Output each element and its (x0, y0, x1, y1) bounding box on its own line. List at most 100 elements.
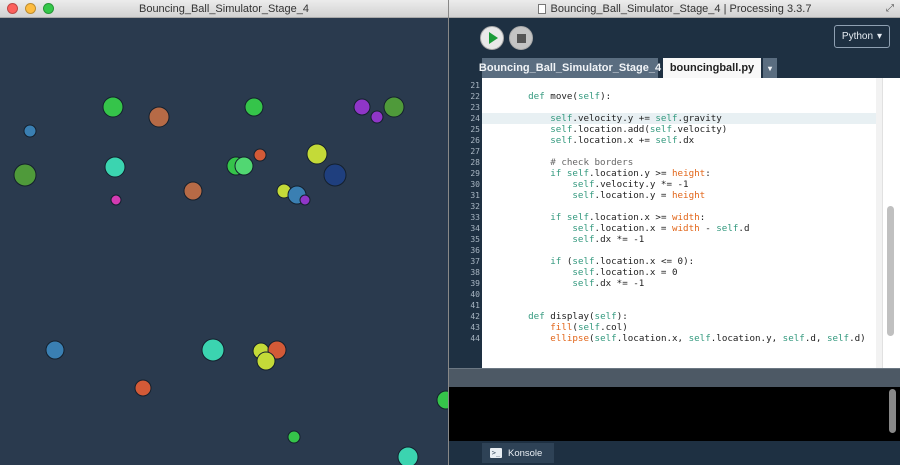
code-line[interactable]: def display(self): (482, 311, 882, 322)
code-line[interactable]: fill(self.col) (482, 322, 882, 333)
line-number: 31 (470, 191, 480, 200)
code-line[interactable]: # check borders (482, 157, 882, 168)
ide-titlebar: Bouncing_Ball_Simulator_Stage_4 | Proces… (449, 0, 900, 18)
ide-toolbar: Python ▾ (449, 18, 900, 56)
line-number: 29 (470, 169, 480, 178)
code-line[interactable] (482, 146, 882, 157)
code-line[interactable]: self.velocity.y += self.gravity (482, 113, 882, 124)
sketch-canvas[interactable] (0, 18, 448, 465)
line-number: 32 (470, 202, 480, 211)
ball (323, 163, 347, 187)
ball (45, 340, 65, 360)
line-number: 43 (470, 323, 480, 332)
code-line[interactable]: self.location.x += self.dx (482, 135, 882, 146)
code-line[interactable]: def move(self): (482, 91, 882, 102)
ide-window: Bouncing_Ball_Simulator_Stage_4 | Proces… (449, 0, 900, 465)
editor-scrollbar[interactable] (882, 78, 900, 368)
ball (299, 194, 311, 206)
code-line[interactable]: if self.location.y >= height: (482, 168, 882, 179)
code-line[interactable] (482, 300, 882, 311)
ball (256, 351, 276, 371)
play-icon (489, 32, 498, 44)
code-editor[interactable]: 21 22 23 24 25 26 27 28 29 30 31 32 33 34 35 36 37 38 39 40… (449, 78, 900, 368)
code-line[interactable]: if (self.location.x <= 0): (482, 256, 882, 267)
line-number: 37 (470, 257, 480, 266)
line-number: 28 (470, 158, 480, 167)
ball (102, 96, 124, 118)
code-line[interactable] (482, 289, 882, 300)
ball (104, 156, 126, 178)
code-line[interactable]: if self.location.x >= width: (482, 212, 882, 223)
stop-button[interactable] (509, 26, 533, 50)
ball (383, 96, 405, 118)
code-line[interactable]: self.velocity.y *= -1 (482, 179, 882, 190)
console-tab-label: Konsole (508, 447, 543, 459)
ball (353, 98, 371, 116)
ball (148, 106, 170, 128)
sketch-window: Bouncing_Ball_Simulator_Stage_4 (0, 0, 448, 465)
ide-footer: >_ Konsole (449, 441, 900, 465)
line-number: 39 (470, 279, 480, 288)
document-icon (537, 3, 546, 14)
ide-window-title: Bouncing_Ball_Simulator_Stage_4 | Proces… (550, 2, 812, 15)
line-number: 40 (470, 290, 480, 299)
mode-label: Python (841, 31, 874, 42)
tab-bouncingball-py[interactable]: bouncingball.py (663, 58, 761, 78)
sketch-window-title: Bouncing_Ball_Simulator_Stage_4 (138, 2, 309, 15)
maximize-window-button[interactable] (43, 3, 54, 14)
run-button[interactable] (480, 26, 504, 50)
editor-scrollbar-thumb[interactable] (887, 206, 894, 336)
code-line[interactable] (482, 80, 882, 91)
stop-icon (516, 33, 526, 43)
ball (13, 163, 37, 187)
fullscreen-icon[interactable]: ⤢ (886, 3, 894, 14)
line-number: 36 (470, 246, 480, 255)
sketch-titlebar: Bouncing_Ball_Simulator_Stage_4 (0, 0, 448, 18)
line-number: 21 (470, 81, 480, 90)
line-number: 23 (470, 103, 480, 112)
close-window-button[interactable] (7, 3, 18, 14)
mode-selector[interactable]: Python ▾ (834, 25, 890, 48)
tab-sketch-main[interactable]: Bouncing_Ball_Simulator_Stage_4 (479, 58, 661, 78)
line-number: 27 (470, 147, 480, 156)
code-line[interactable] (482, 102, 882, 113)
line-number: 44 (470, 334, 480, 343)
code-area[interactable]: def move(self): self.velocity.y += self.… (482, 78, 882, 368)
editor-console-splitter[interactable] (449, 368, 900, 387)
ball (234, 156, 254, 176)
ball (287, 430, 301, 444)
line-number-gutter: 21 22 23 24 25 26 27 28 29 30 31 32 33 34 35 36 37 38 39 40… (449, 78, 482, 368)
code-line[interactable]: self.location.x = 0 (482, 267, 882, 278)
line-number: 42 (470, 312, 480, 321)
line-number: 35 (470, 235, 480, 244)
line-number: 26 (470, 136, 480, 145)
ball-canvas-svg (0, 18, 448, 465)
code-line[interactable]: self.location.add(self.velocity) (482, 124, 882, 135)
console-area[interactable] (449, 387, 900, 441)
line-number: 41 (470, 301, 480, 310)
ball (244, 97, 264, 117)
code-line[interactable]: ellipse(self.location.x, self.location.y… (482, 333, 882, 344)
ball (110, 194, 122, 206)
code-line[interactable]: self.location.y = height (482, 190, 882, 201)
line-number: 34 (470, 224, 480, 233)
tab-menu-button[interactable]: ▾ (763, 58, 777, 78)
ball (306, 143, 328, 165)
line-number: 38 (470, 268, 480, 277)
console-scrollbar[interactable] (889, 389, 896, 433)
code-line[interactable] (482, 201, 882, 212)
minimize-window-button[interactable] (25, 3, 36, 14)
ball (134, 379, 152, 397)
console-icon: >_ (490, 448, 502, 458)
console-tab[interactable]: >_ Konsole (482, 443, 554, 463)
ball (23, 124, 37, 138)
code-line[interactable]: self.dx *= -1 (482, 278, 882, 289)
tab-bar: Bouncing_Ball_Simulator_Stage_4 bouncing… (449, 56, 900, 78)
ball (183, 181, 203, 201)
line-number: 25 (470, 125, 480, 134)
code-line[interactable]: self.dx *= -1 (482, 234, 882, 245)
code-line[interactable] (482, 245, 882, 256)
code-line[interactable]: self.location.x = width - self.d (482, 223, 882, 234)
ball (253, 148, 267, 162)
line-number: 33 (470, 213, 480, 222)
